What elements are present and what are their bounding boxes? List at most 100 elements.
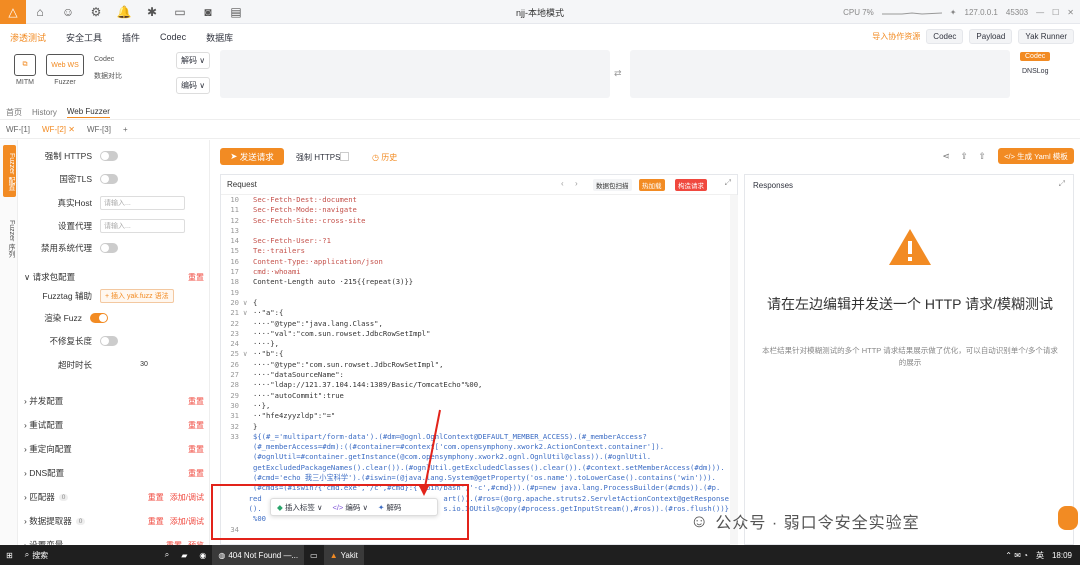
payload-button[interactable]: Payload	[969, 29, 1013, 44]
retry-section[interactable]: › 重试配置 重置	[24, 419, 204, 431]
proxy-input[interactable]: 请输入...	[100, 219, 185, 233]
tab-web-fuzzer[interactable]: Web Fuzzer	[66, 107, 110, 118]
taskbar-yakit[interactable]: ▲ Yakit	[323, 545, 364, 565]
fuzzer-sequence-tab[interactable]: Fuzzer 序列	[3, 212, 16, 264]
tab-wf-1[interactable]: WF-[1]	[6, 125, 30, 134]
terminal-icon[interactable]: ▭	[166, 5, 194, 19]
input-language[interactable]: 英	[1036, 550, 1044, 561]
codec-tool[interactable]: Codec	[94, 56, 122, 63]
menu-database[interactable]: 数据库	[206, 31, 233, 44]
bug-icon[interactable]: ✱	[138, 5, 166, 19]
export-icon[interactable]: ⇪	[960, 151, 968, 162]
gm-tls-toggle[interactable]	[100, 174, 118, 184]
code-line: 32}	[221, 422, 729, 432]
fuzzer-config-tab[interactable]: Fuzzer 配置	[3, 145, 16, 197]
packet-scan-button[interactable]: 数据包扫描	[593, 179, 632, 191]
line-text: ····"@type":"java.lang.Class",	[253, 318, 383, 328]
editor-scrollbar[interactable]	[730, 195, 738, 545]
mitm-tool[interactable]: ⧉ MITM	[14, 54, 36, 86]
fuzzer-tool[interactable]: Web WS Fuzzer	[46, 54, 84, 86]
bell-icon[interactable]: 🔔	[110, 5, 138, 19]
fold-marker	[243, 277, 253, 287]
import-resources-button[interactable]: 导入协作资源	[872, 31, 920, 42]
line-text: ····"val":"com.sun.rowset.JdbcRowSetImpl…	[253, 328, 431, 338]
line-text: Sec-Fetch-Site:·cross-site	[253, 215, 366, 225]
code-line: 13	[221, 226, 729, 236]
maximize-icon[interactable]: ☐	[1052, 8, 1059, 17]
upload-icon[interactable]: ⇧	[978, 151, 986, 162]
fold-marker	[243, 463, 253, 473]
prev-icon[interactable]: ‹	[561, 179, 564, 188]
app-icon-window[interactable]: ▭	[304, 545, 324, 565]
decode-select[interactable]: 解码 ∨	[176, 52, 211, 69]
minimize-icon[interactable]: —	[1036, 8, 1044, 17]
cpu-graph	[881, 12, 942, 15]
swap-icon[interactable]: ⇄	[614, 68, 622, 79]
menu-codec[interactable]: Codec	[160, 32, 186, 42]
dns-section[interactable]: › DNS配置 重置	[24, 467, 204, 479]
taskbar-search[interactable]: ⌕ 搜索	[19, 545, 159, 565]
timeout-input[interactable]: 30	[100, 358, 185, 372]
codec-button[interactable]: Codec	[926, 29, 964, 44]
concurrency-section[interactable]: › 并发配置 重置	[24, 395, 204, 407]
gear-icon[interactable]: ⚙	[82, 5, 110, 19]
line-text: Content-Length auto ·215{{repeat(3)}}	[253, 277, 414, 287]
build-request-button[interactable]: 构造请求	[675, 179, 707, 191]
tab-wf-2[interactable]: WF-[2] ✕	[42, 125, 75, 134]
real-host-input[interactable]: 请输入...	[100, 196, 185, 210]
response-title: Responses	[753, 180, 794, 190]
expand-response-icon[interactable]: ⤢	[1059, 179, 1065, 189]
tab-history[interactable]: History	[32, 108, 57, 117]
codec-tag[interactable]: Codec	[1020, 52, 1051, 61]
add-tab-icon[interactable]: +	[123, 125, 128, 134]
menu-pentest[interactable]: 渗透测试	[10, 31, 46, 44]
taskbar-firefox[interactable]: ◍ 404 Not Found —...	[212, 545, 305, 565]
render-fuzz-toggle[interactable]	[90, 313, 108, 323]
start-icon[interactable]: ⊞	[0, 545, 19, 565]
encode-select[interactable]: 编码 ∨	[176, 77, 211, 94]
extractor-section[interactable]: › 数据提取器 0 重置 添加/调试	[24, 515, 204, 527]
dnslog-tag[interactable]: DNSLog	[1022, 68, 1048, 75]
layout-icon[interactable]: ▤	[222, 5, 250, 19]
tray-icons[interactable]: ⌃ ✉ ◔	[1005, 551, 1028, 560]
code-line: 17 cmd:·whoami	[221, 267, 729, 277]
codec-output-area[interactable]	[630, 50, 1010, 98]
clock[interactable]: 18:09	[1052, 551, 1072, 560]
home-icon[interactable]: ⌂	[26, 5, 54, 19]
app-icon-folder[interactable]: ▰	[175, 545, 193, 565]
hot-load-button[interactable]: 热加载	[639, 179, 665, 191]
app-icon-search[interactable]: ⌕	[159, 545, 175, 565]
expand-icon[interactable]: ⤢	[725, 178, 731, 188]
code-line: 29 ····"autoCommit":true	[221, 391, 729, 401]
codec-input-area[interactable]	[220, 50, 610, 98]
fix-length-toggle[interactable]	[100, 336, 118, 346]
disable-sys-proxy-toggle[interactable]	[100, 243, 118, 253]
matcher-section[interactable]: › 匹配器 0 重置 添加/调试	[24, 491, 204, 503]
send-request-button[interactable]: ➤ 发送请求	[220, 148, 284, 165]
tab-wf-3[interactable]: WF-[3]	[87, 125, 111, 134]
force-https-toggle[interactable]	[100, 151, 118, 161]
generate-yaml-button[interactable]: </> 生成 Yaml 模板	[998, 148, 1074, 164]
settings-panel: 强制 HTTPS 国密TLS 真实Host 请输入... 设置代理 请输入... 禁…	[18, 140, 210, 550]
insert-yak-button[interactable]: + 插入 yak.fuzz 语法	[100, 289, 174, 303]
req-config-section[interactable]: ∨ 请求包配置 重置	[24, 271, 204, 283]
compare-tool[interactable]: 数据对比	[94, 71, 122, 81]
app-icon-chrome[interactable]: ◉	[193, 545, 212, 565]
fold-marker	[243, 370, 253, 380]
camera-icon[interactable]: ◙	[194, 5, 222, 19]
force-https-checkbox[interactable]	[340, 152, 349, 161]
menu-security-tools[interactable]: 安全工具	[66, 31, 102, 44]
tab-home[interactable]: 首页	[6, 107, 22, 118]
network-icon[interactable]: ✦	[950, 8, 957, 17]
share-icon[interactable]: ⋖	[942, 151, 950, 162]
history-button[interactable]: ◷ 历史	[372, 152, 397, 163]
yak-runner-button[interactable]: Yak Runner	[1018, 29, 1074, 44]
close-icon[interactable]: ✕	[1067, 8, 1074, 17]
yakit-logo-icon[interactable]: △	[0, 0, 26, 24]
menu-plugins[interactable]: 插件	[122, 31, 140, 44]
user-icon[interactable]: ☺	[54, 5, 82, 19]
reset-button[interactable]: 重置	[188, 272, 204, 283]
code-line: (#cmd='echo 我三小宝科学').(#iswin=(@java.lang…	[221, 473, 729, 483]
redirect-section[interactable]: › 重定向配置 重置	[24, 443, 204, 455]
next-icon[interactable]: ›	[575, 179, 578, 188]
